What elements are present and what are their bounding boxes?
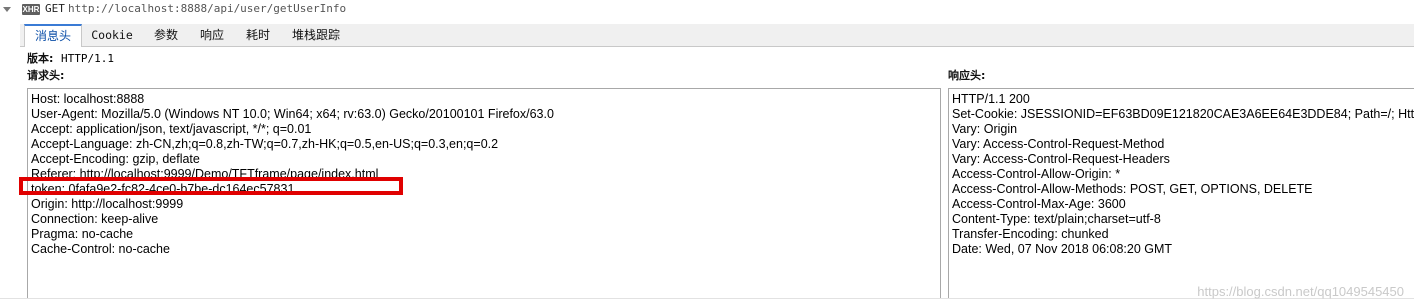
response-headers-textarea[interactable]: HTTP/1.1 200 Set-Cookie: JSESSIONID=EF63… <box>948 88 1414 299</box>
tab-params[interactable]: 参数 <box>148 24 184 46</box>
request-header-line: Accept: application/json, text/javascrip… <box>31 122 312 136</box>
response-header-line: Vary: Origin <box>952 122 1018 136</box>
request-header-line: User-Agent: Mozilla/5.0 (Windows NT 10.0… <box>31 107 554 121</box>
response-header-line: Access-Control-Max-Age: 3600 <box>952 197 1126 211</box>
response-header-line: Access-Control-Allow-Origin: * <box>952 167 1121 181</box>
response-header-line: Transfer-Encoding: chunked <box>952 227 1109 241</box>
request-header-line: Accept-Encoding: gzip, deflate <box>31 152 200 166</box>
request-header-line: Cache-Control: no-cache <box>31 242 170 256</box>
tab-headers[interactable]: 消息头 <box>24 24 82 47</box>
request-header-line: Host: localhost:8888 <box>31 92 145 106</box>
tab-response[interactable]: 响应 <box>194 24 230 46</box>
version-label: 版本: <box>27 52 54 65</box>
response-header-line: Vary: Access-Control-Request-Method <box>952 137 1165 151</box>
request-header-line: Connection: keep-alive <box>31 212 159 226</box>
request-header-line: Pragma: no-cache <box>31 227 134 241</box>
request-method: GET <box>45 2 65 15</box>
response-headers-label: 响应头: <box>948 69 986 82</box>
request-url[interactable]: http://localhost:8888/api/user/getUserIn… <box>68 2 346 16</box>
response-header-line: HTTP/1.1 200 <box>952 92 1030 106</box>
response-header-line: Vary: Access-Control-Request-Headers <box>952 152 1170 166</box>
xhr-badge: XHR <box>22 4 40 15</box>
request-header-line: Accept-Language: zh-CN,zh;q=0.8,zh-TW;q=… <box>31 137 499 151</box>
response-header-line: Date: Wed, 07 Nov 2018 06:08:20 GMT <box>952 242 1173 256</box>
tab-stack-trace[interactable]: 堆栈跟踪 <box>286 24 346 46</box>
collapse-triangle-icon[interactable] <box>3 7 11 12</box>
response-header-line: Access-Control-Allow-Methods: POST, GET,… <box>952 182 1313 196</box>
request-headers-label: 请求头: <box>27 69 65 82</box>
version-value: HTTP/1.1 <box>61 52 114 65</box>
request-header-line: Origin: http://localhost:9999 <box>31 197 184 211</box>
response-header-line: Content-Type: text/plain;charset=utf-8 <box>952 212 1161 226</box>
request-row[interactable]: XHR GET http://localhost:8888/api/user/g… <box>0 0 1414 20</box>
response-header-line: Set-Cookie: JSESSIONID=EF63BD09E121820CA… <box>952 107 1414 121</box>
detail-tab-bar: 消息头 Cookie 参数 响应 耗时 堆栈跟踪 <box>20 24 1414 47</box>
token-highlight-box <box>19 177 403 195</box>
tab-timings[interactable]: 耗时 <box>240 24 276 46</box>
tab-cookie[interactable]: Cookie <box>86 24 138 46</box>
watermark: https://blog.csdn.net/qq1049545450 <box>1197 284 1404 299</box>
